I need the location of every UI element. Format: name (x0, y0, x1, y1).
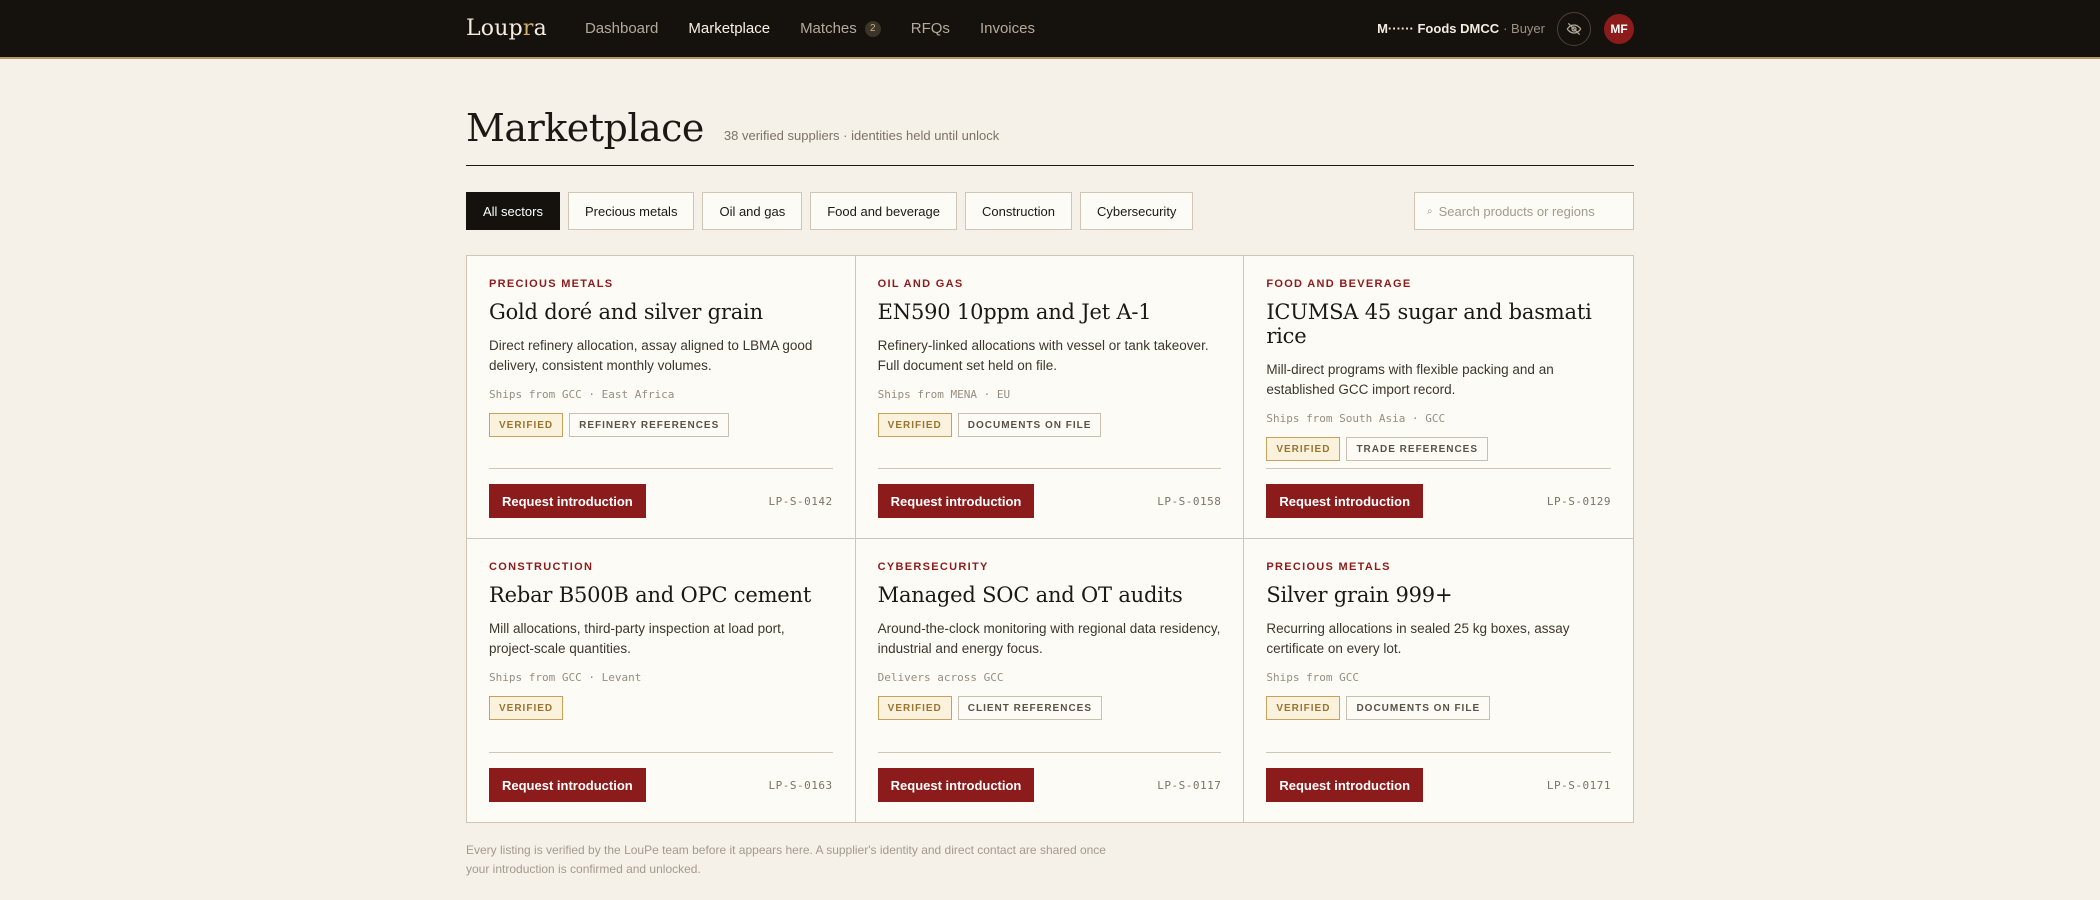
listing-shipping-regions: Ships from GCC (1266, 671, 1360, 684)
listing-card: Precious metals Silver grain 999+ Recurr… (1244, 539, 1633, 822)
listing-footer: Request introduction LP-S-0171 (1266, 752, 1611, 802)
listing-description: Mill allocations, third-party inspection… (489, 621, 785, 656)
page-title: Marketplace (466, 106, 704, 150)
listing-tags: Verified (489, 696, 833, 720)
credential-badge: Documents on file (957, 413, 1102, 437)
listing-card: Construction Rebar B500B and OPC cement … (467, 539, 856, 822)
credential-badge: Documents on file (1346, 696, 1491, 720)
listing-sector: Oil and gas (877, 278, 964, 290)
page-subtitle: 38 verified suppliers · identities held … (723, 128, 1000, 143)
credential-badge: Refinery references (569, 413, 730, 437)
listing-tags: Verified Documents on file (877, 413, 1222, 437)
account-area: M······ Foods DMCC · Buyer MF (1377, 11, 1634, 46)
listing-description: Mill-direct programs with flexible packi… (1266, 362, 1554, 397)
listing-sector: Food and beverage (1266, 278, 1412, 290)
listing-card: Precious metals Gold doré and silver gra… (467, 256, 856, 539)
search-box: ⌕ (1414, 192, 1634, 230)
listing-shipping-regions: Ships from GCC · East Africa (489, 388, 675, 401)
verified-badge: Verified (1266, 696, 1341, 720)
nav-rfqs[interactable]: RFQs (911, 20, 950, 37)
nav-marketplace[interactable]: Marketplace (688, 20, 770, 37)
listing-title: Managed SOC and OT audits (877, 583, 1183, 607)
sector-filters: All sectors Precious metals Oil and gas … (466, 192, 1634, 230)
filter-construction[interactable]: Construction (964, 192, 1072, 230)
listing-sector: Precious metals (1266, 561, 1391, 573)
request-introduction-button[interactable]: Request introduction (877, 768, 1035, 802)
listing-tags: Verified Client references (877, 696, 1222, 720)
account-role: · Buyer (1503, 21, 1545, 36)
listing-description: Refinery-linked allocations with vessel … (877, 338, 1209, 373)
nav-matches[interactable]: Matches 2 (800, 20, 881, 37)
listing-title: ICUMSA 45 sugar and basmati rice (1266, 300, 1592, 348)
filter-all-sectors[interactable]: All sectors (466, 192, 560, 230)
listing-id: LP-S-0117 (1157, 778, 1222, 792)
listing-id: LP-S-0171 (1546, 778, 1611, 792)
request-introduction-button[interactable]: Request introduction (1266, 768, 1424, 802)
top-navigation-bar: Loupra Dashboard Marketplace Matches 2 RF… (0, 0, 2100, 59)
listing-footer: Request introduction LP-S-0129 (1266, 468, 1611, 518)
verified-badge: Verified (489, 696, 564, 720)
listing-sector: Construction (489, 561, 594, 573)
filter-precious-metals[interactable]: Precious metals (567, 192, 695, 230)
listing-title: Rebar B500B and OPC cement (489, 583, 812, 607)
listing-tags: Verified Refinery references (489, 413, 833, 437)
credential-badge: Client references (957, 696, 1103, 720)
verified-badge: Verified (877, 696, 952, 720)
request-introduction-button[interactable]: Request introduction (489, 484, 646, 518)
listing-id: LP-S-0163 (768, 778, 833, 792)
eye-off-icon (1566, 22, 1582, 35)
listing-shipping-regions: Ships from MENA · EU (877, 388, 1011, 401)
request-introduction-button[interactable]: Request introduction (1266, 484, 1424, 518)
listing-shipping-regions: Ships from South Asia · GCC (1266, 412, 1446, 425)
request-introduction-button[interactable]: Request introduction (877, 484, 1035, 518)
search-icon: ⌕ (1427, 205, 1433, 217)
listing-title: EN590 10ppm and Jet A-1 (877, 300, 1152, 324)
nav-invoices[interactable]: Invoices (980, 20, 1035, 37)
verified-badge: Verified (1266, 437, 1341, 461)
matches-count-badge: 2 (864, 20, 881, 37)
listing-shipping-regions: Ships from GCC · Levant (489, 671, 642, 684)
request-introduction-button[interactable]: Request introduction (489, 768, 646, 802)
listing-title: Silver grain 999+ (1266, 583, 1453, 607)
listing-tags: Verified Documents on file (1266, 696, 1611, 720)
listing-description: Around-the-clock monitoring with regiona… (877, 621, 1221, 656)
listing-footer: Request introduction LP-S-0117 (877, 752, 1222, 802)
listing-id: LP-S-0158 (1157, 494, 1222, 508)
user-avatar[interactable]: MF (1604, 13, 1634, 44)
listing-footer: Request introduction LP-S-0142 (489, 468, 833, 518)
listing-description: Recurring allocations in sealed 25 kg bo… (1266, 621, 1570, 656)
listing-footer: Request introduction LP-S-0158 (877, 468, 1222, 518)
filter-food-and-beverage[interactable]: Food and beverage (810, 192, 957, 230)
listing-title: Gold doré and silver grain (489, 300, 763, 324)
filter-oil-and-gas[interactable]: Oil and gas (702, 192, 803, 230)
verification-footnote: Every listing is verified by the LouPe t… (466, 843, 1106, 876)
listing-id: LP-S-0142 (768, 494, 833, 508)
listing-tags: Verified Trade references (1266, 437, 1611, 461)
nav-dashboard[interactable]: Dashboard (585, 20, 658, 37)
identity-privacy-toggle[interactable] (1557, 11, 1591, 46)
marketplace-main: Marketplace 38 verified suppliers · iden… (466, 59, 1634, 879)
listing-id: LP-S-0129 (1546, 494, 1611, 508)
verified-badge: Verified (489, 413, 564, 437)
listing-grid: Precious metals Gold doré and silver gra… (466, 255, 1634, 823)
main-nav: Dashboard Marketplace Matches 2 RFQs Invo… (585, 20, 1035, 37)
credential-badge: Trade references (1346, 437, 1489, 461)
brand-logo[interactable]: Loupra (466, 16, 547, 41)
listing-description: Direct refinery allocation, assay aligne… (489, 338, 813, 373)
listing-card: Food and beverage ICUMSA 45 sugar and ba… (1244, 256, 1633, 539)
page-header: Marketplace 38 verified suppliers · iden… (466, 59, 1634, 166)
search-input[interactable] (1438, 203, 1621, 219)
listing-sector: Precious metals (489, 278, 614, 290)
listing-shipping-regions: Delivers across GCC (877, 671, 1004, 684)
listing-card: Cybersecurity Managed SOC and OT audits … (856, 539, 1245, 822)
listing-card: Oil and gas EN590 10ppm and Jet A-1 Refi… (855, 256, 1245, 539)
listing-sector: Cybersecurity (877, 561, 989, 573)
account-name: M······ Foods DMCC (1377, 21, 1500, 36)
verified-badge: Verified (877, 413, 952, 437)
listing-footer: Request introduction LP-S-0163 (489, 752, 833, 802)
filter-cybersecurity[interactable]: Cybersecurity (1079, 192, 1194, 230)
